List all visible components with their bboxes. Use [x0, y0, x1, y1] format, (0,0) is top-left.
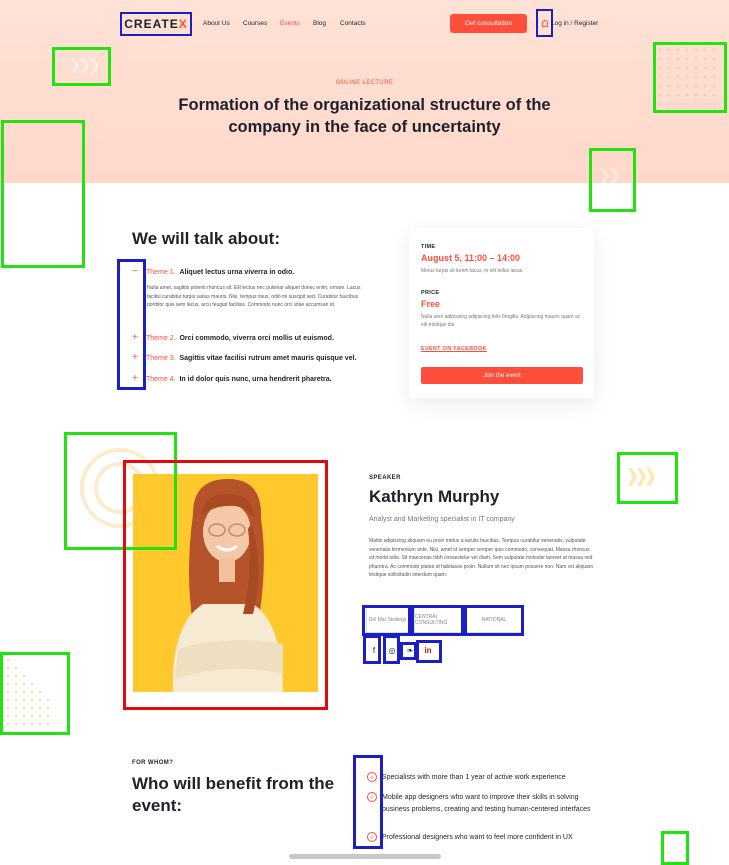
logo-text: CREATE — [124, 17, 179, 31]
highlight-frame — [117, 259, 146, 390]
highlight-frame — [0, 652, 70, 735]
login-register-link[interactable]: Log in / Register — [551, 20, 598, 27]
get-consultation-button[interactable]: Get consultation — [450, 14, 527, 33]
highlight-frame — [353, 755, 383, 849]
nav-blog[interactable]: Blog — [313, 20, 326, 27]
benefit-item: Specialists with more than 1 year of act… — [382, 774, 566, 781]
price-description: Nulla sem adipiscing adipiscing felis fr… — [421, 314, 581, 328]
highlight-frame — [383, 635, 400, 664]
page-scrollbar[interactable] — [289, 854, 441, 859]
createx-logo[interactable]: CREATE X — [120, 12, 192, 36]
theme-text: Orci commodo, viverra orci mollis ut eui… — [179, 335, 334, 342]
highlight-frame — [52, 47, 111, 86]
price-value: Free — [421, 299, 441, 309]
highlight-frame — [589, 148, 636, 212]
nav-contacts[interactable]: Contacts — [340, 20, 366, 27]
highlight-frame — [363, 635, 381, 664]
event-page: CREATE X About Us Courses Events Blog Con… — [0, 0, 729, 865]
highlight-frame — [661, 831, 689, 865]
user-icon — [542, 20, 548, 27]
facebook-event-link[interactable]: EVENT ON FACEBOOK — [421, 346, 487, 352]
benefit-item: Professional designers who want to feel … — [382, 834, 573, 841]
event-info-card: TIME August 5, 11:00 – 14:00 Metus turpi… — [409, 228, 594, 398]
time-value: August 5, 11:00 – 14:00 — [421, 253, 521, 263]
highlight-frame — [123, 460, 328, 710]
join-event-button[interactable]: Join the event — [421, 367, 583, 384]
theme-description: Nulla amet, sagittis potenti rhoncus sit… — [147, 285, 361, 308]
theme-item-3[interactable]: + Theme 3. Sagittis vitae facilisi rutrum… — [132, 352, 356, 363]
highlight-frame — [464, 605, 524, 636]
speaker-name: Kathryn Murphy — [369, 487, 500, 506]
price-label: PRICE — [421, 290, 440, 296]
theme-text: In id dolor quis nunc, urna hendrerit ph… — [179, 376, 332, 383]
nav-about-us[interactable]: About Us — [203, 20, 230, 27]
who-title: Who will benefit from the event: — [132, 774, 335, 815]
highlight-frame — [411, 605, 464, 636]
theme-text: Aliquet lectus urna viverra in odio. — [179, 269, 295, 276]
theme-number: Theme 4. — [146, 376, 176, 383]
talk-title: We will talk about: — [132, 229, 280, 248]
time-description: Metus turpis sit lorem lacus, in elit te… — [421, 268, 524, 274]
logo-x: X — [178, 17, 188, 31]
nav-events[interactable]: Events — [280, 20, 300, 27]
speaker-bio: Mattis adipiscing aliquam eu proin metus… — [369, 538, 594, 578]
theme-item-4[interactable]: + Theme 4. In id dolor quis nunc, urna he… — [132, 373, 332, 384]
highlight-frame — [400, 642, 417, 660]
theme-item-2[interactable]: + Theme 2. Orci commodo, viverra orci mol… — [132, 332, 334, 343]
highlight-frame — [362, 605, 411, 636]
nav-courses[interactable]: Courses — [243, 20, 267, 27]
theme-number: Theme 1. — [146, 269, 176, 276]
speaker-role: Analyst and Marketing specialist in IT c… — [369, 516, 515, 523]
highlight-frame — [617, 452, 678, 504]
highlight-frame — [653, 42, 727, 113]
theme-number: Theme 2. — [146, 335, 176, 342]
highlight-frame — [1, 120, 85, 268]
benefit-item: Mobile app designers who want to improve… — [382, 794, 591, 813]
time-label: TIME — [421, 244, 436, 250]
page-title: Formation of the organizational structur… — [178, 96, 551, 136]
theme-item-1[interactable]: − Theme 1. Aliquet lectus urna viverra in… — [132, 266, 294, 277]
highlight-frame — [416, 640, 442, 663]
theme-text: Sagittis vitae facilisi rutrum amet maur… — [179, 355, 357, 362]
theme-number: Theme 3. — [146, 355, 176, 362]
who-eyebrow: FOR WHOM? — [132, 760, 174, 766]
speaker-eyebrow: SPEAKER — [369, 475, 401, 481]
